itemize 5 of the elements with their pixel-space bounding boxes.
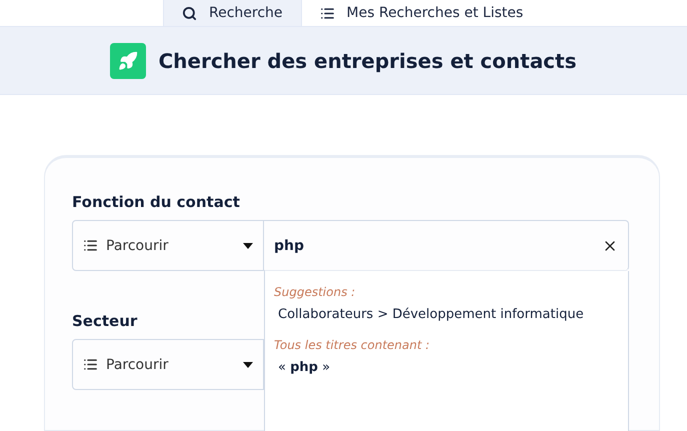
field-label: Fonction du contact	[72, 193, 240, 211]
section-heading: Tous les titres contenant :	[274, 338, 431, 352]
section-heading: Suggestions :	[274, 285, 356, 299]
field-label: Secteur	[72, 312, 138, 330]
page-title: Chercher des entreprises et contacts	[158, 48, 577, 73]
